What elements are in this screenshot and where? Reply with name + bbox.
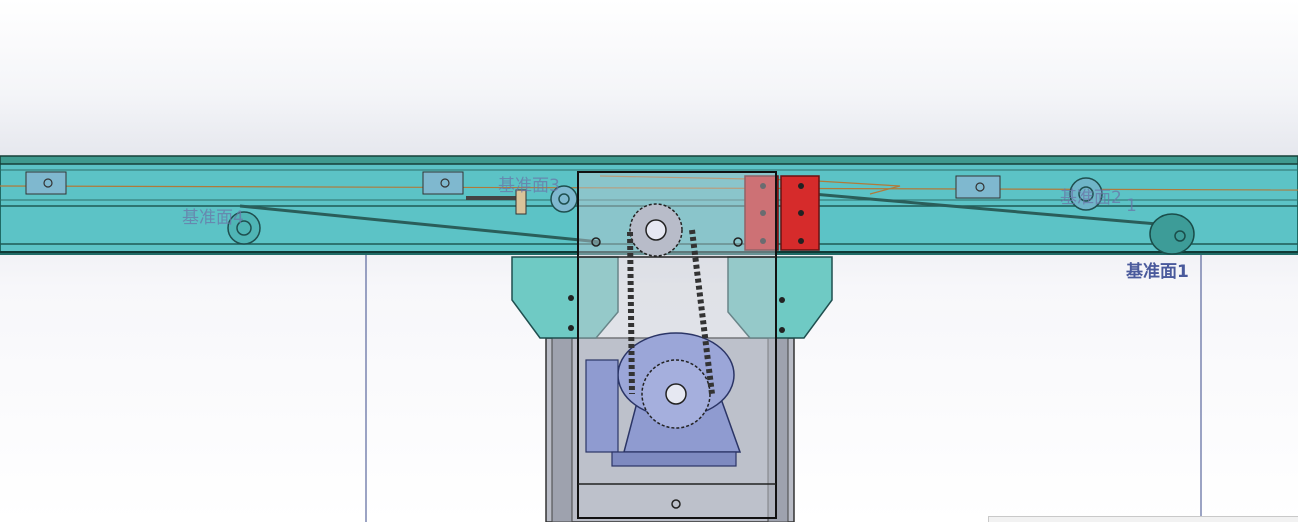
bracket-bolt-3 <box>779 297 785 303</box>
reference-plane-2-suffix: 1 <box>1126 196 1137 216</box>
hanger-2[interactable] <box>422 171 464 195</box>
plate-bolt-4 <box>798 183 804 189</box>
bracket-bolt-4 <box>779 327 785 333</box>
support-column-inner-left <box>551 337 573 522</box>
hanger-3[interactable] <box>955 175 1001 199</box>
end-roller[interactable] <box>1149 213 1195 255</box>
conveyor-model[interactable]: 基准面1 基准面2 1 基准面3 基准面4 <box>0 0 1298 522</box>
frame-top-rail <box>0 155 1298 165</box>
reference-plane-4-label[interactable]: 基准面4 <box>182 208 244 228</box>
reference-plane-1-label[interactable]: 基准面1 <box>1125 261 1189 282</box>
reference-plane-2-label[interactable]: 基准面2 <box>1060 188 1122 208</box>
drive-sprocket-bottom[interactable] <box>641 359 711 429</box>
bracket-bolt-2 <box>568 325 574 331</box>
cad-viewport[interactable]: 基准面1 基准面2 1 基准面3 基准面4 <box>0 0 1298 522</box>
plate-bolt-5 <box>798 210 804 216</box>
status-panel[interactable] <box>988 516 1298 522</box>
hanger-1[interactable] <box>25 171 67 195</box>
plate-bolt-6 <box>798 238 804 244</box>
bracket-bolt-1 <box>568 295 574 301</box>
driven-sprocket-top[interactable] <box>629 203 683 257</box>
reference-plane-3-label[interactable]: 基准面3 <box>498 176 560 196</box>
